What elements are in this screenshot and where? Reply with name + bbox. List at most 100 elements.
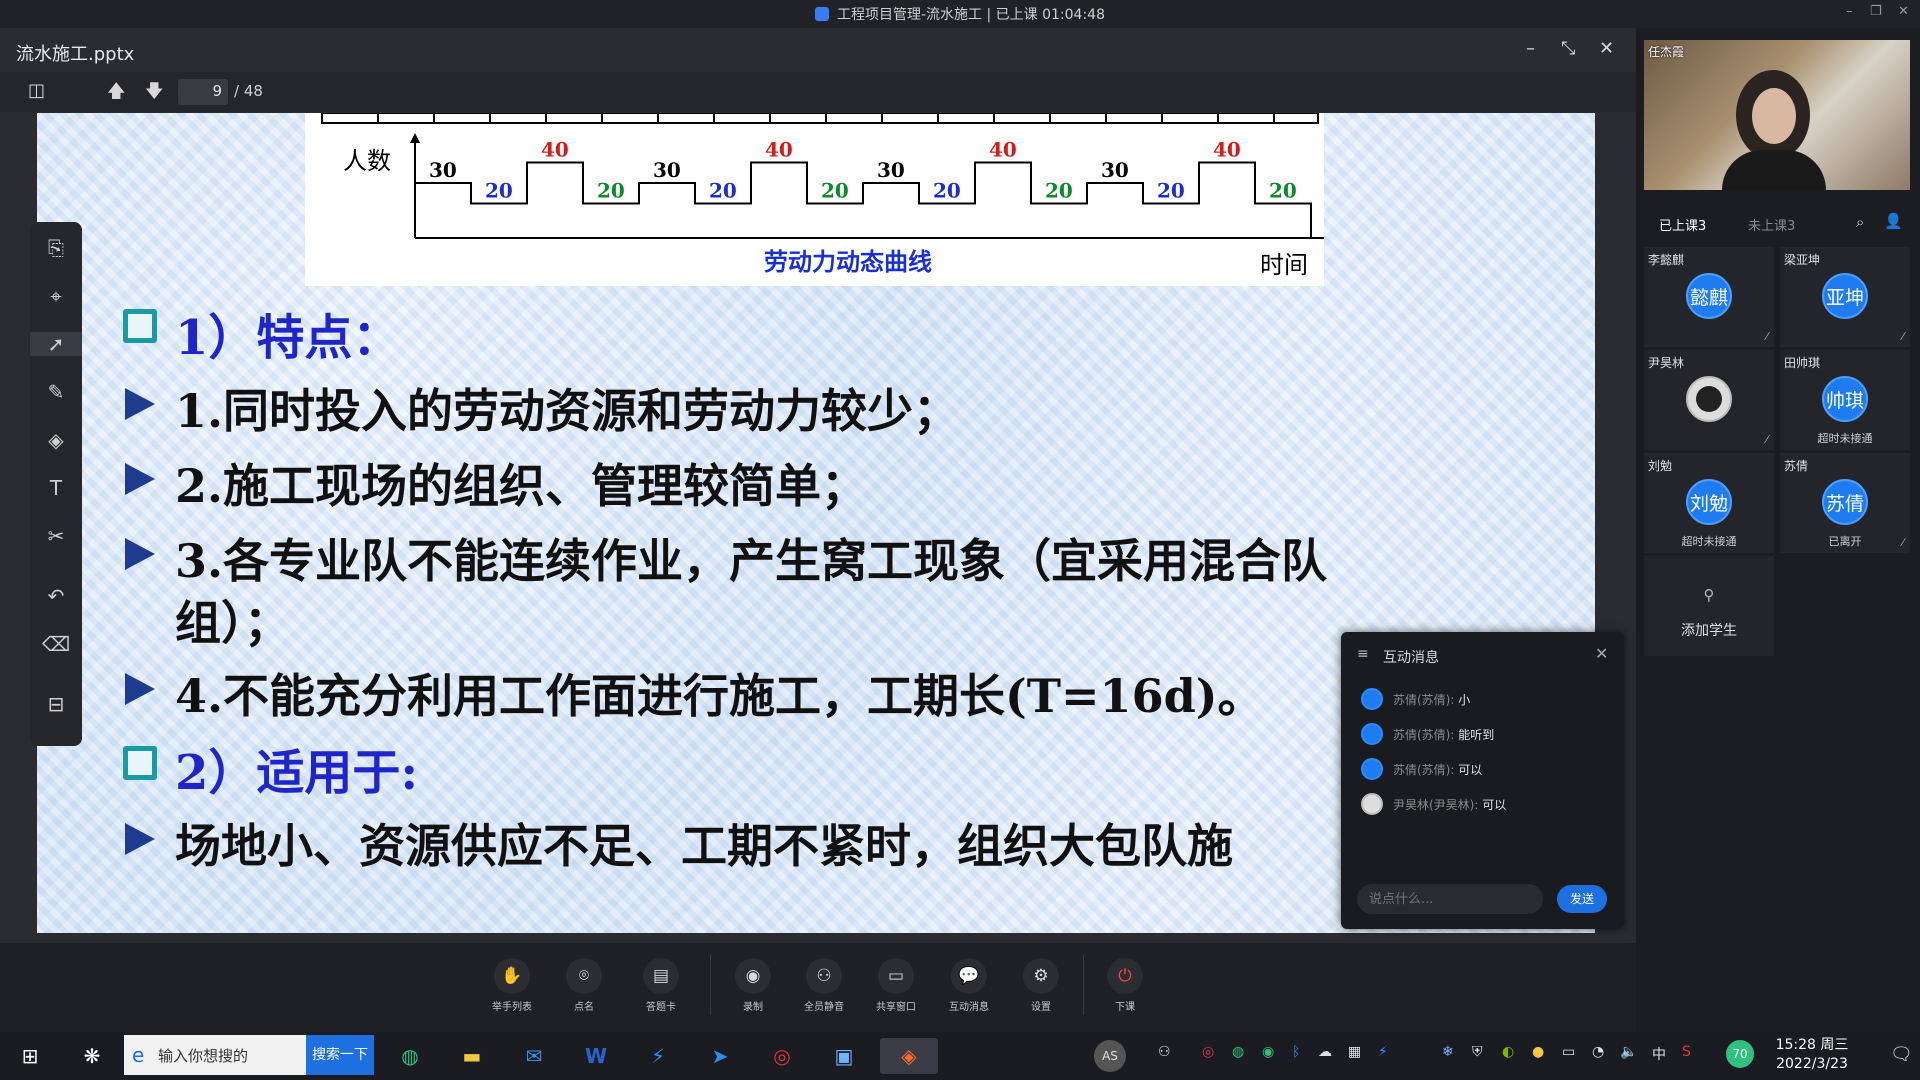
curve-value-label: 20 — [1045, 179, 1073, 203]
classroom-app-icon[interactable]: ◈ — [880, 1038, 938, 1074]
nvidia-icon[interactable]: ◐ — [1502, 1044, 1514, 1060]
student-card[interactable]: 刘勉 刘勉 超时未接通 — [1644, 453, 1774, 553]
minimize-icon[interactable]: – — [1846, 4, 1853, 19]
teacher-face — [1752, 88, 1796, 144]
answer-card-label: 答题卡 — [646, 1002, 676, 1013]
pen-icon[interactable]: ✎ — [30, 380, 82, 404]
arrow-bullet-icon — [125, 463, 155, 495]
arrow-up-icon[interactable]: 🡅 — [107, 79, 126, 109]
record-button[interactable]: ◉ 录制 — [723, 958, 783, 1013]
end-class-button[interactable]: ⏻ 下课 — [1095, 958, 1155, 1013]
settings-button[interactable]: ⚙ 设置 — [1011, 958, 1071, 1013]
edge-tray-icon[interactable]: ◍ — [1232, 1044, 1244, 1060]
exit-fullscreen-icon[interactable]: ⤡ — [1561, 38, 1575, 59]
chat-sender: 尹昊林(尹昊林): — [1393, 797, 1479, 812]
curve-value-label: 30 — [1101, 158, 1129, 182]
mail-icon[interactable]: ✉ — [514, 1038, 554, 1074]
avatar: 刘勉 — [1686, 479, 1732, 525]
system-clock[interactable]: 15:28 周三 2022/3/23 — [1762, 1036, 1862, 1074]
share-window-button[interactable]: ▭ 共享窗口 — [866, 958, 926, 1013]
page-number-input[interactable]: 9 — [178, 79, 228, 105]
wechat-icon[interactable]: ◉ — [1262, 1044, 1274, 1060]
eraser-icon[interactable]: ⌫ — [30, 632, 82, 656]
wifi-icon[interactable]: ◔ — [1592, 1044, 1604, 1060]
schedule-bar-edge — [321, 113, 1319, 124]
folder-icon[interactable]: ▬ — [452, 1038, 492, 1074]
student-card[interactable]: 尹昊林 ⁄ — [1644, 350, 1774, 450]
bluetooth-icon[interactable]: ᛒ — [1292, 1044, 1300, 1060]
teacher-video — [1644, 40, 1910, 190]
taskbar-search-button[interactable]: 搜索一下 — [306, 1035, 374, 1075]
edge-icon[interactable]: ◍ — [390, 1038, 430, 1074]
app-pinwheel-icon[interactable]: ❋ — [72, 1038, 112, 1074]
laser-pointer-icon[interactable]: ⌖ — [30, 284, 82, 308]
student-card[interactable]: 田帅琪 帅琪 超时未接通 — [1780, 350, 1910, 450]
search-icon[interactable]: ⌕ — [1856, 213, 1864, 231]
arrow-down-icon[interactable]: 🡇 — [145, 79, 164, 109]
close-icon[interactable]: ✕ — [1595, 644, 1608, 663]
messages-button[interactable]: 💬 互动消息 — [939, 958, 999, 1013]
new-page-icon[interactable]: ⎘ — [30, 236, 82, 260]
share-window-label: 共享窗口 — [876, 1002, 916, 1013]
send-button[interactable]: 发送 — [1557, 885, 1607, 913]
student-card[interactable]: 苏倩 苏倩 已离开 ⁄ — [1780, 453, 1910, 553]
taskbar-search-input[interactable]: e 输入你想搜的 — [124, 1035, 306, 1075]
snowflake-icon[interactable]: ❄ — [1442, 1044, 1454, 1060]
chat-sender: 苏倩(苏倩): — [1393, 692, 1455, 707]
weather-badge[interactable]: 70 — [1726, 1040, 1754, 1068]
notification-icon[interactable]: 🗨 — [1890, 1044, 1913, 1065]
photos-icon[interactable]: ▣ — [824, 1038, 864, 1074]
student-name: 梁亚坤 — [1784, 253, 1821, 267]
shapes-icon[interactable]: ◈ — [30, 428, 82, 452]
screen-share-icon: ▭ — [878, 958, 914, 994]
feishu-icon[interactable]: ⚡ — [638, 1038, 678, 1074]
mute-all-button[interactable]: ⚇ 全员静音 — [794, 958, 854, 1013]
minimize-icon[interactable]: – — [1526, 38, 1535, 59]
restore-icon[interactable]: ❐ — [1870, 4, 1882, 19]
ime-indicator[interactable]: 中 — [1652, 1044, 1666, 1064]
control-separator — [1083, 955, 1084, 1015]
app-tray-icon[interactable]: ▦ — [1348, 1044, 1361, 1060]
battery-icon[interactable]: ▭ — [1562, 1044, 1575, 1060]
user-avatar[interactable]: AS — [1094, 1040, 1126, 1072]
chat-input[interactable] — [1357, 884, 1543, 914]
toolbox-icon[interactable]: ⊟ — [30, 692, 82, 716]
user-icon[interactable]: 👤 — [1884, 212, 1903, 230]
undo-icon[interactable]: ↶ — [30, 584, 82, 608]
close-icon[interactable]: ✕ — [1599, 38, 1614, 59]
scissors-icon[interactable]: ✂ — [30, 524, 82, 548]
tab-attended[interactable]: 已上课3 — [1659, 215, 1706, 234]
volume-icon[interactable]: 🔈 — [1620, 1044, 1637, 1060]
curve-value-label: 40 — [1213, 138, 1241, 162]
select-cursor-icon[interactable]: ➚ — [30, 332, 82, 356]
word-icon[interactable]: W — [576, 1038, 616, 1074]
mute-all-label: 全员静音 — [804, 1002, 844, 1013]
cloud-icon[interactable]: ☁ — [1318, 1044, 1332, 1060]
student-card[interactable]: 梁亚坤 亚坤 ⁄ — [1780, 247, 1910, 347]
sidebar-toggle-icon[interactable]: ◫ — [28, 80, 45, 101]
text-icon[interactable]: T — [30, 476, 82, 500]
card-icon: ▤ — [643, 958, 679, 994]
mic-muted-icon: ⁄ — [1902, 536, 1904, 549]
slide-heading-features: 1）特点： — [175, 310, 401, 366]
close-icon[interactable]: ✕ — [1898, 4, 1909, 19]
answer-card-button[interactable]: ▤ 答题卡 — [631, 958, 691, 1013]
app-bird-icon[interactable]: ➤ — [700, 1038, 740, 1074]
netease-music-icon[interactable]: ◎ — [762, 1038, 802, 1074]
roll-call-button[interactable]: ⌾ 点名 — [554, 958, 614, 1013]
sogou-icon[interactable]: S — [1682, 1044, 1691, 1060]
curve-value-label: 20 — [485, 179, 513, 203]
curve-value-label: 30 — [877, 158, 905, 182]
tab-not-attended[interactable]: 未上课3 — [1748, 215, 1795, 234]
add-student-button[interactable]: ⚲ 添加学生 — [1644, 556, 1774, 656]
windows-start-icon[interactable]: ⊞ — [10, 1038, 50, 1074]
shield-icon[interactable]: ⛨ — [1472, 1044, 1483, 1060]
app-yellow-icon[interactable]: ● — [1532, 1044, 1544, 1060]
avatar: 苏倩 — [1822, 479, 1868, 525]
raise-hands-button[interactable]: ✋ 举手列表 — [482, 958, 542, 1013]
people-icon[interactable]: ⚇ — [1158, 1044, 1171, 1060]
netease-tray-icon[interactable]: ◎ — [1202, 1044, 1214, 1060]
feishu-tray-icon[interactable]: ⚡ — [1378, 1044, 1388, 1060]
student-card[interactable]: 李懿麒 懿麒 ⁄ — [1644, 247, 1774, 347]
chat-message: 苏倩(苏倩): 可以 — [1361, 758, 1482, 780]
